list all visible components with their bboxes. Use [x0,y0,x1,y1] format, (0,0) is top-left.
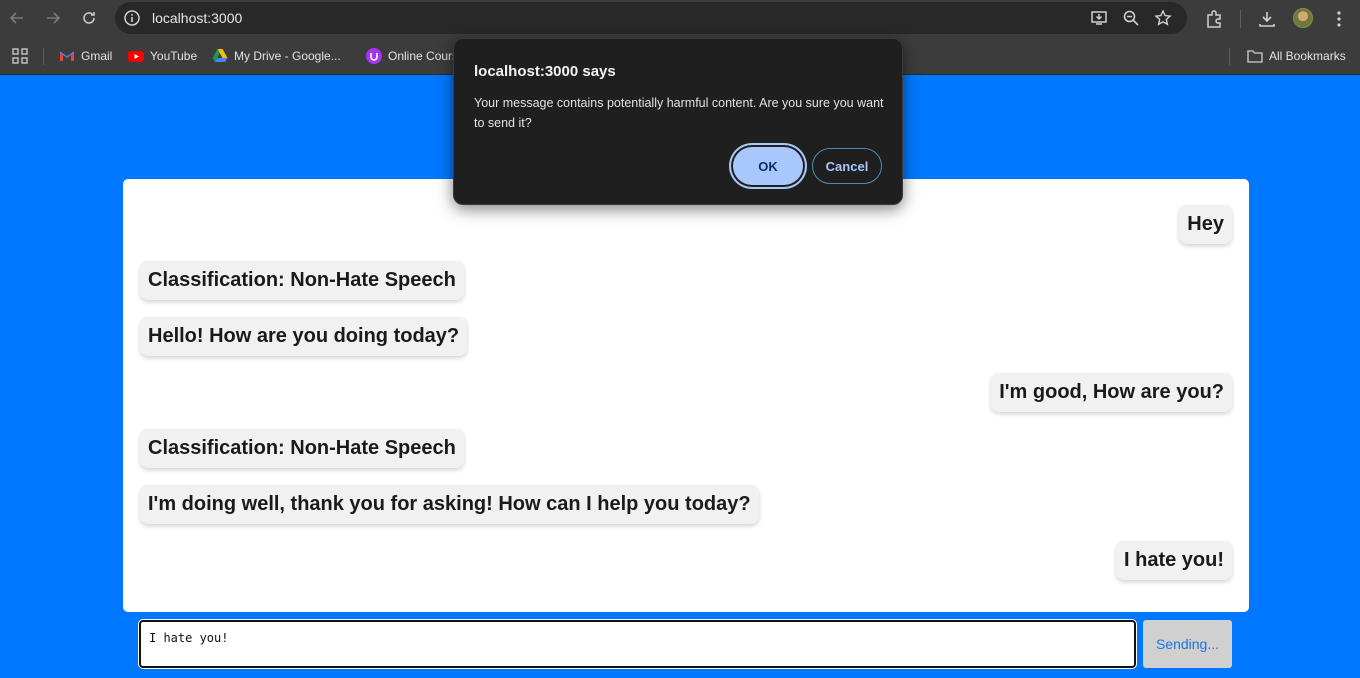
user-message: Hey [1179,205,1232,244]
bookmark-drive[interactable]: My Drive - Google... [212,48,341,64]
profile-avatar[interactable] [1293,8,1313,28]
drive-icon [212,48,228,64]
dialog-ok-button[interactable]: OK [733,147,803,185]
bookmark-star-icon[interactable] [1154,9,1172,27]
bookmark-label: YouTube [150,49,198,63]
downloads-icon[interactable] [1257,9,1277,29]
url-text: localhost:3000 [152,10,243,26]
bookmark-online-course[interactable]: Online Cours [366,48,458,64]
bookmark-gmail[interactable]: Gmail [59,48,112,64]
course-icon [366,48,382,64]
menu-kebab-icon[interactable] [1329,9,1349,29]
reload-icon[interactable] [77,6,101,30]
gmail-icon [59,48,75,64]
message-input[interactable]: I hate you! [138,619,1137,669]
bookmark-label: My Drive - Google... [234,49,341,63]
dialog-title: localhost:3000 says [474,63,616,80]
bookmark-youtube[interactable]: YouTube [128,48,197,64]
user-message: I'm good, How are you? [991,373,1232,412]
bookmark-label: Online Cours [388,49,459,63]
forward-icon[interactable] [41,6,65,30]
site-info-icon[interactable] [123,9,141,27]
bot-message: Classification: Non-Hate Speech [140,429,464,468]
bot-message: Classification: Non-Hate Speech [140,261,464,300]
bot-message: I'm doing well, thank you for asking! Ho… [140,485,759,524]
chat-window: Hey Classification: Non-Hate Speech Hell… [123,179,1249,612]
extensions-icon[interactable] [1204,9,1224,29]
toolbar-separator [1240,10,1241,28]
address-bar[interactable]: localhost:3000 [115,2,1187,34]
bookmarks-separator [43,48,44,65]
zoom-icon[interactable] [1122,9,1140,27]
send-button[interactable]: Sending... [1143,620,1232,668]
user-message: I hate you! [1115,541,1232,580]
youtube-icon [128,48,144,64]
all-bookmarks[interactable]: All Bookmarks [1247,48,1346,64]
dialog-cancel-button[interactable]: Cancel [812,148,882,184]
bookmark-label: Gmail [81,49,113,63]
all-bookmarks-label: All Bookmarks [1269,49,1346,63]
install-app-icon[interactable] [1090,9,1108,27]
browser-toolbar: localhost:3000 [0,0,1360,38]
apps-grid-icon[interactable] [12,48,28,64]
folder-icon [1247,48,1263,64]
confirm-dialog: localhost:3000 says Your message contain… [453,38,903,205]
back-icon[interactable] [5,6,29,30]
dialog-message: Your message contains potentially harmfu… [474,96,884,130]
bot-message: Hello! How are you doing today? [140,317,468,356]
bookmarks-separator [1229,48,1230,65]
message-input-row: I hate you! Sending... [138,619,1233,669]
